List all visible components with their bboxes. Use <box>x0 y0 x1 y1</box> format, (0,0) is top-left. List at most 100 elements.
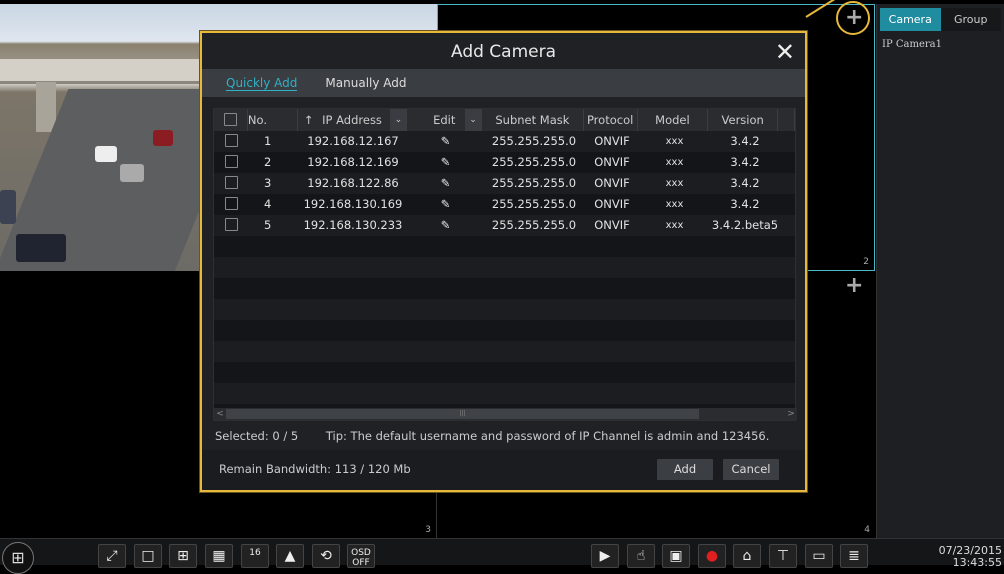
row-checkbox[interactable] <box>224 176 238 189</box>
network-button[interactable]: ⊤ <box>769 544 797 568</box>
empty-row <box>214 362 795 383</box>
scroll-right-icon[interactable]: > <box>785 409 797 419</box>
table-row[interactable]: 3 192.168.122.86 ✎ 255.255.255.0 ONVIF xxx 3.4… <box>214 173 795 194</box>
sequence-button[interactable]: ⟲ <box>312 544 340 568</box>
layout-16-icon: 16 <box>249 548 261 558</box>
empty-row <box>214 341 795 362</box>
cell-no: 4 <box>264 197 272 211</box>
alarm-button[interactable]: ● <box>698 544 726 568</box>
scroll-thumb[interactable]: ||| <box>226 409 699 419</box>
cell-no: 1 <box>264 134 272 148</box>
cell-subnet: 255.255.255.0 <box>491 155 577 169</box>
cell-protocol: ONVIF <box>594 134 630 148</box>
close-icon[interactable]: ✕ <box>775 37 795 67</box>
info-button[interactable]: ≣ <box>840 544 868 568</box>
cell-no: 5 <box>264 218 272 232</box>
edit-icon[interactable]: ✎ <box>408 173 483 194</box>
layout-4-button[interactable]: ⊞ <box>169 544 197 568</box>
cell-model: xxx <box>665 220 684 231</box>
header-no[interactable]: No. <box>248 109 298 131</box>
cell-version: 3.4.2 <box>730 134 760 148</box>
sequence-icon: ⟲ <box>320 548 332 564</box>
tab-quickly-add[interactable]: Quickly Add <box>226 76 298 91</box>
network-icon: ⊤ <box>776 548 790 564</box>
cell-number: 3 <box>425 525 431 535</box>
table-row[interactable]: 2 192.168.12.169 ✎ 255.255.255.0 ONVIF xxx 3.4… <box>214 152 795 173</box>
add-camera-plus-icon[interactable]: + <box>845 275 863 297</box>
selection-info: Selected: 0 / 5 Tip: The default usernam… <box>215 429 793 443</box>
layout-custom-button[interactable]: ▲ <box>276 544 304 568</box>
cell-subnet: 255.255.255.0 <box>491 134 577 148</box>
layout-4-icon: ⊞ <box>177 548 189 564</box>
cell-model: xxx <box>665 178 684 189</box>
cell-no: 2 <box>264 155 272 169</box>
scroll-left-icon[interactable]: < <box>214 409 226 419</box>
row-checkbox-cell <box>214 194 248 215</box>
fullscreen-button[interactable]: ⤢ <box>98 544 126 568</box>
empty-row <box>214 257 795 278</box>
chevron-down-icon[interactable]: ⌄ <box>390 109 407 131</box>
header-version[interactable]: Version <box>708 109 779 131</box>
camera-table: No. ↑ IP Address ⌄ Edit ⌄ Subnet Mask Pr… <box>213 108 797 421</box>
header-subnet-mask[interactable]: Subnet Mask <box>482 109 584 131</box>
edit-icon[interactable]: ✎ <box>408 131 483 152</box>
cell-version: 3.4.2 <box>730 176 760 190</box>
cell-protocol: ONVIF <box>594 218 630 232</box>
horizontal-scrollbar[interactable]: < ||| > <box>214 408 797 420</box>
chevron-down-icon[interactable]: ⌄ <box>465 109 482 131</box>
info-icon: ≣ <box>848 548 860 564</box>
layout-9-button[interactable]: ▦ <box>205 544 233 568</box>
header-model[interactable]: Model <box>638 109 709 131</box>
clock: 07/23/2015 13:43:55 <box>939 545 1002 569</box>
header-filler <box>778 109 795 131</box>
selected-count: Selected: 0 / 5 <box>215 429 299 443</box>
row-checkbox-cell <box>214 215 248 236</box>
cell-model: xxx <box>665 157 684 168</box>
tab-manually-add[interactable]: Manually Add <box>325 76 406 90</box>
header-ip-label: IP Address <box>322 113 382 127</box>
row-checkbox[interactable] <box>224 197 238 210</box>
row-checkbox[interactable] <box>224 218 238 231</box>
cell-version: 3.4.2 <box>730 197 760 211</box>
layout-1-button[interactable]: □ <box>134 544 162 568</box>
start-menu-button[interactable]: ⊞ <box>2 542 34 574</box>
add-button[interactable]: Add <box>657 459 713 480</box>
cell-no: 3 <box>264 176 272 190</box>
tab-group[interactable]: Group <box>940 8 1001 31</box>
cancel-button[interactable]: Cancel <box>723 459 779 480</box>
select-all-checkbox[interactable] <box>223 113 237 126</box>
video-car <box>0 190 16 224</box>
edit-icon[interactable]: ✎ <box>408 152 483 173</box>
playback-button[interactable]: ▶ <box>591 544 619 568</box>
fullscreen-icon: ⤢ <box>106 548 118 564</box>
empty-row <box>214 236 795 257</box>
display-icon: ▭ <box>812 548 826 564</box>
manual-button[interactable]: ☝ <box>627 544 655 568</box>
record-button[interactable]: ▣ <box>662 544 690 568</box>
table-row[interactable]: 1 192.168.12.167 ✎ 255.255.255.0 ONVIF xxx 3.4… <box>214 131 795 152</box>
sidebar-item-camera[interactable]: IP Camera1 <box>877 31 1004 58</box>
select-all-cell <box>214 109 248 131</box>
table-row[interactable]: 5 192.168.130.233 ✎ 255.255.255.0 ONVIF xxx 3.… <box>214 215 795 236</box>
row-checkbox[interactable] <box>224 155 238 168</box>
osd-icon: OSD OFF <box>351 548 371 568</box>
header-ip-address[interactable]: ↑ IP Address ⌄ <box>298 109 408 131</box>
osd-button[interactable]: OSD OFF <box>347 544 375 568</box>
header-protocol[interactable]: Protocol <box>584 109 638 131</box>
edit-icon[interactable]: ✎ <box>408 215 483 236</box>
display-button[interactable]: ▭ <box>805 544 833 568</box>
row-checkbox-cell <box>214 131 248 152</box>
tab-camera[interactable]: Camera <box>880 8 941 31</box>
row-checkbox[interactable] <box>224 134 238 147</box>
edit-icon[interactable]: ✎ <box>408 194 483 215</box>
table-row[interactable]: 4 192.168.130.169 ✎ 255.255.255.0 ONVIF xxx 3.… <box>214 194 795 215</box>
cell-subnet: 255.255.255.0 <box>491 218 577 232</box>
header-edit[interactable]: Edit ⌄ <box>407 109 483 131</box>
layout-16-button[interactable]: 16 <box>241 544 269 568</box>
row-checkbox-cell <box>214 152 248 173</box>
empty-row <box>214 320 795 341</box>
cell-number: 2 <box>863 257 869 267</box>
cell-protocol: ONVIF <box>594 176 630 190</box>
cell-subnet: 255.255.255.0 <box>491 176 577 190</box>
ptz-button[interactable]: ⌂ <box>733 544 761 568</box>
